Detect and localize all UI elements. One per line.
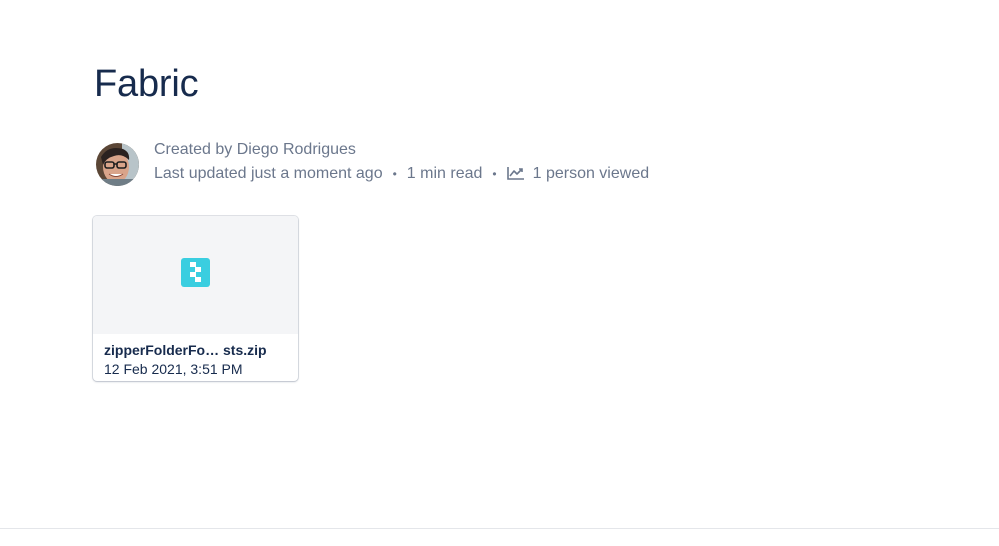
separator-dot: • — [392, 167, 397, 181]
bottom-divider — [0, 528, 999, 529]
avatar-image — [96, 143, 139, 186]
attachment-info: zipperFolderFo… sts.zip 12 Feb 2021, 3:5… — [93, 334, 298, 378]
attachment-preview[interactable] — [93, 216, 298, 334]
attachment-file-name: zipperFolderFo… sts.zip — [104, 342, 267, 358]
byline-details: Last updated just a moment ago • 1 min r… — [154, 166, 649, 182]
separator-dot: • — [492, 167, 497, 181]
created-by: Created by Diego Rodrigues — [154, 141, 356, 158]
last-updated[interactable]: Last updated just a moment ago — [154, 166, 383, 182]
byline: Created by Diego Rodrigues Last updated … — [96, 141, 649, 186]
page-title: Fabric — [94, 63, 199, 105]
line-chart-icon — [506, 166, 525, 180]
zip-file-icon — [181, 258, 210, 292]
page: Fabric Created by Diego Rodrigues Last u… — [0, 0, 999, 546]
attachment-date: 12 Feb 2021, 3:51 PM — [104, 361, 243, 377]
byline-meta: Created by Diego Rodrigues Last updated … — [154, 141, 649, 182]
attachment-card[interactable]: zipperFolderFo… sts.zip 12 Feb 2021, 3:5… — [93, 216, 298, 381]
avatar[interactable] — [96, 143, 139, 186]
view-count[interactable]: 1 person viewed — [533, 166, 650, 182]
read-time: 1 min read — [406, 165, 483, 182]
